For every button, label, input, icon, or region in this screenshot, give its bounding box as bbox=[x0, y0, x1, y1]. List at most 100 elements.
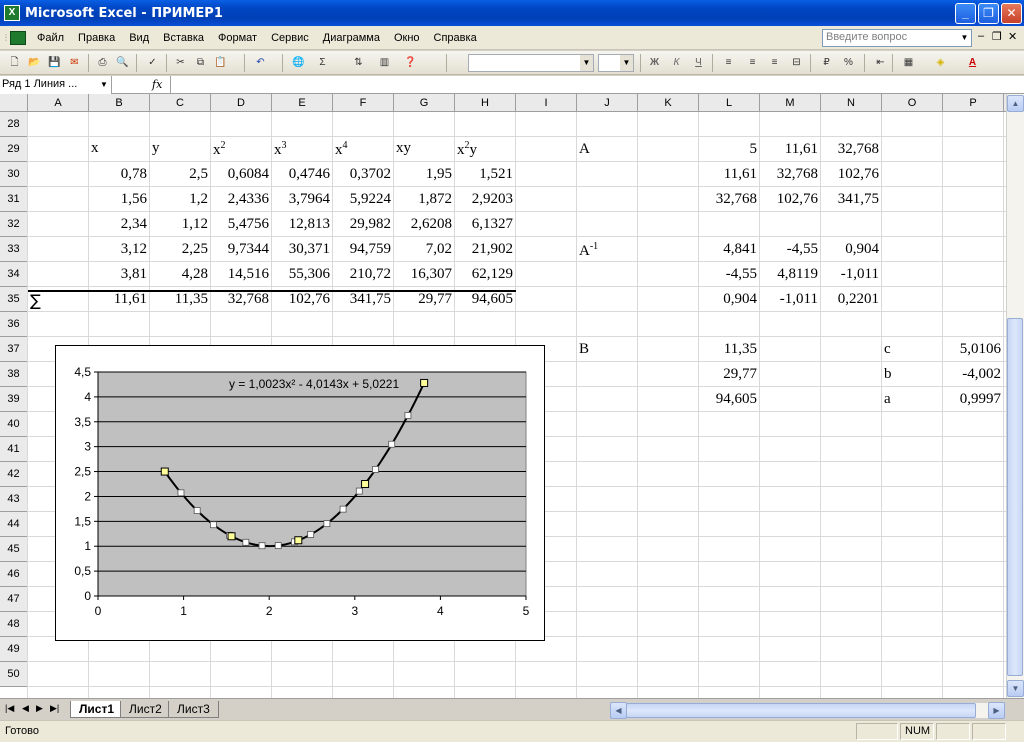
row-header-31[interactable]: 31 bbox=[0, 187, 28, 212]
name-box[interactable]: Ряд 1 Линия ... ▼ bbox=[0, 76, 112, 94]
menu-help[interactable]: Справка bbox=[427, 32, 484, 44]
row-header-28[interactable]: 28 bbox=[0, 112, 28, 137]
doc-close-button[interactable]: ✕ bbox=[1008, 30, 1017, 43]
select-all-corner[interactable] bbox=[0, 94, 28, 112]
row-header-45[interactable]: 45 bbox=[0, 537, 28, 562]
copy-icon[interactable]: ⧉ bbox=[192, 54, 209, 71]
autosum-icon[interactable]: Σ bbox=[314, 54, 331, 71]
horizontal-scroll-thumb[interactable] bbox=[626, 703, 976, 718]
row-header-30[interactable]: 30 bbox=[0, 162, 28, 187]
cut-icon[interactable]: ✂ bbox=[172, 54, 189, 71]
row-header-50[interactable]: 50 bbox=[0, 662, 28, 687]
menu-tools[interactable]: Сервис bbox=[264, 32, 316, 44]
column-header-e[interactable]: E bbox=[272, 94, 333, 112]
close-button[interactable]: ✕ bbox=[1001, 3, 1022, 24]
row-header-43[interactable]: 43 bbox=[0, 487, 28, 512]
row-header-47[interactable]: 47 bbox=[0, 587, 28, 612]
restore-button[interactable]: ❐ bbox=[978, 3, 999, 24]
row-header-46[interactable]: 46 bbox=[0, 562, 28, 587]
menu-view[interactable]: Вид bbox=[122, 32, 156, 44]
sheet-tab-1[interactable]: Лист1 bbox=[70, 701, 124, 718]
column-header-c[interactable]: C bbox=[150, 94, 211, 112]
column-header-p[interactable]: P bbox=[943, 94, 1004, 112]
currency-icon[interactable]: ₽ bbox=[818, 54, 835, 71]
last-sheet-icon[interactable]: ▶| bbox=[50, 703, 59, 714]
undo-icon[interactable]: ↶ bbox=[252, 54, 269, 71]
row-header-42[interactable]: 42 bbox=[0, 462, 28, 487]
row-header-40[interactable]: 40 bbox=[0, 412, 28, 437]
chart-wizard-icon[interactable]: ▥ bbox=[376, 54, 393, 71]
column-header-h[interactable]: H bbox=[455, 94, 516, 112]
row-header-44[interactable]: 44 bbox=[0, 512, 28, 537]
font-color-icon[interactable]: A bbox=[964, 54, 981, 71]
workbook-icon[interactable] bbox=[10, 30, 26, 45]
menu-window[interactable]: Окно bbox=[387, 32, 427, 44]
column-header-o[interactable]: O bbox=[882, 94, 943, 112]
align-center-icon[interactable]: ≡ bbox=[744, 54, 761, 71]
row-header-33[interactable]: 33 bbox=[0, 237, 28, 262]
scroll-up-button[interactable]: ▲ bbox=[1007, 95, 1024, 112]
prev-sheet-icon[interactable]: ◀ bbox=[22, 703, 29, 714]
row-header-48[interactable]: 48 bbox=[0, 612, 28, 637]
chevron-down-icon[interactable]: ▼ bbox=[97, 76, 111, 93]
first-sheet-icon[interactable]: |◀ bbox=[5, 703, 14, 714]
scroll-left-button[interactable]: ◀ bbox=[610, 702, 627, 719]
next-sheet-icon[interactable]: ▶ bbox=[36, 703, 43, 714]
column-header-a[interactable]: A bbox=[28, 94, 89, 112]
scroll-right-button[interactable]: ▶ bbox=[988, 702, 1005, 719]
percent-icon[interactable]: % bbox=[840, 54, 857, 71]
menu-edit[interactable]: Правка bbox=[71, 32, 122, 44]
print-preview-icon[interactable]: 🔍 bbox=[114, 54, 131, 71]
column-header-b[interactable]: B bbox=[89, 94, 150, 112]
row-header-38[interactable]: 38 bbox=[0, 362, 28, 387]
borders-icon[interactable]: ▦ bbox=[900, 54, 917, 71]
menu-chart[interactable]: Диаграмма bbox=[316, 32, 387, 44]
formula-input[interactable] bbox=[172, 76, 1024, 94]
doc-minimize-button[interactable]: – bbox=[978, 30, 984, 42]
column-header-i[interactable]: I bbox=[516, 94, 577, 112]
sheet-tab-2[interactable]: Лист2 bbox=[120, 701, 171, 718]
row-header-41[interactable]: 41 bbox=[0, 437, 28, 462]
doc-restore-button[interactable]: ❐ bbox=[992, 30, 1002, 43]
column-header-m[interactable]: M bbox=[760, 94, 821, 112]
vertical-scroll-thumb[interactable] bbox=[1007, 318, 1023, 676]
fill-color-icon[interactable]: ◈ bbox=[932, 54, 949, 71]
column-header-f[interactable]: F bbox=[333, 94, 394, 112]
row-header-35[interactable]: 35 bbox=[0, 287, 28, 312]
column-header-l[interactable]: L bbox=[699, 94, 760, 112]
decrease-indent-icon[interactable]: ⇤ bbox=[872, 54, 889, 71]
column-header-g[interactable]: G bbox=[394, 94, 455, 112]
align-left-icon[interactable]: ≡ bbox=[720, 54, 737, 71]
print-icon[interactable]: ⎙ bbox=[94, 54, 111, 71]
open-icon[interactable]: 📂 bbox=[26, 54, 43, 71]
chart-object[interactable]: 0 0,5 1 1,5 2 2,5 3 3,5 4 4,5 0 1 2 3 4 5 y = 1,0023x² -… bbox=[55, 345, 545, 641]
function-icon[interactable]: fx bbox=[152, 78, 162, 91]
underline-icon[interactable]: Ч bbox=[690, 54, 707, 71]
minimize-button[interactable]: _ bbox=[955, 3, 976, 24]
new-icon[interactable]: 🗋 bbox=[6, 54, 23, 71]
merge-cells-icon[interactable]: ⊟ bbox=[788, 54, 805, 71]
menu-file[interactable]: Файл bbox=[30, 32, 71, 44]
hyperlink-icon[interactable]: 🌐 bbox=[290, 54, 307, 71]
menu-insert[interactable]: Вставка bbox=[156, 32, 211, 44]
sort-ascending-icon[interactable]: ⇅ bbox=[350, 54, 367, 71]
row-header-39[interactable]: 39 bbox=[0, 387, 28, 412]
align-right-icon[interactable]: ≡ bbox=[766, 54, 783, 71]
scroll-down-button[interactable]: ▼ bbox=[1007, 680, 1024, 697]
row-header-32[interactable]: 32 bbox=[0, 212, 28, 237]
sheet-tab-3[interactable]: Лист3 bbox=[168, 701, 219, 718]
row-header-34[interactable]: 34 bbox=[0, 262, 28, 287]
ask-question-input[interactable]: Введите вопрос ▼ bbox=[822, 29, 972, 47]
spelling-icon[interactable]: ✓ bbox=[144, 54, 161, 71]
paste-icon[interactable]: 📋 bbox=[212, 54, 229, 71]
italic-icon[interactable]: К bbox=[668, 54, 685, 71]
menu-format[interactable]: Формат bbox=[211, 32, 264, 44]
save-icon[interactable]: 💾 bbox=[46, 54, 63, 71]
bold-icon[interactable]: Ж bbox=[646, 54, 663, 71]
column-header-n[interactable]: N bbox=[821, 94, 882, 112]
chevron-down-icon[interactable]: ▼ bbox=[958, 30, 971, 46]
column-header-d[interactable]: D bbox=[211, 94, 272, 112]
row-header-37[interactable]: 37 bbox=[0, 337, 28, 362]
row-header-49[interactable]: 49 bbox=[0, 637, 28, 662]
permission-icon[interactable]: ✉ bbox=[66, 54, 83, 71]
